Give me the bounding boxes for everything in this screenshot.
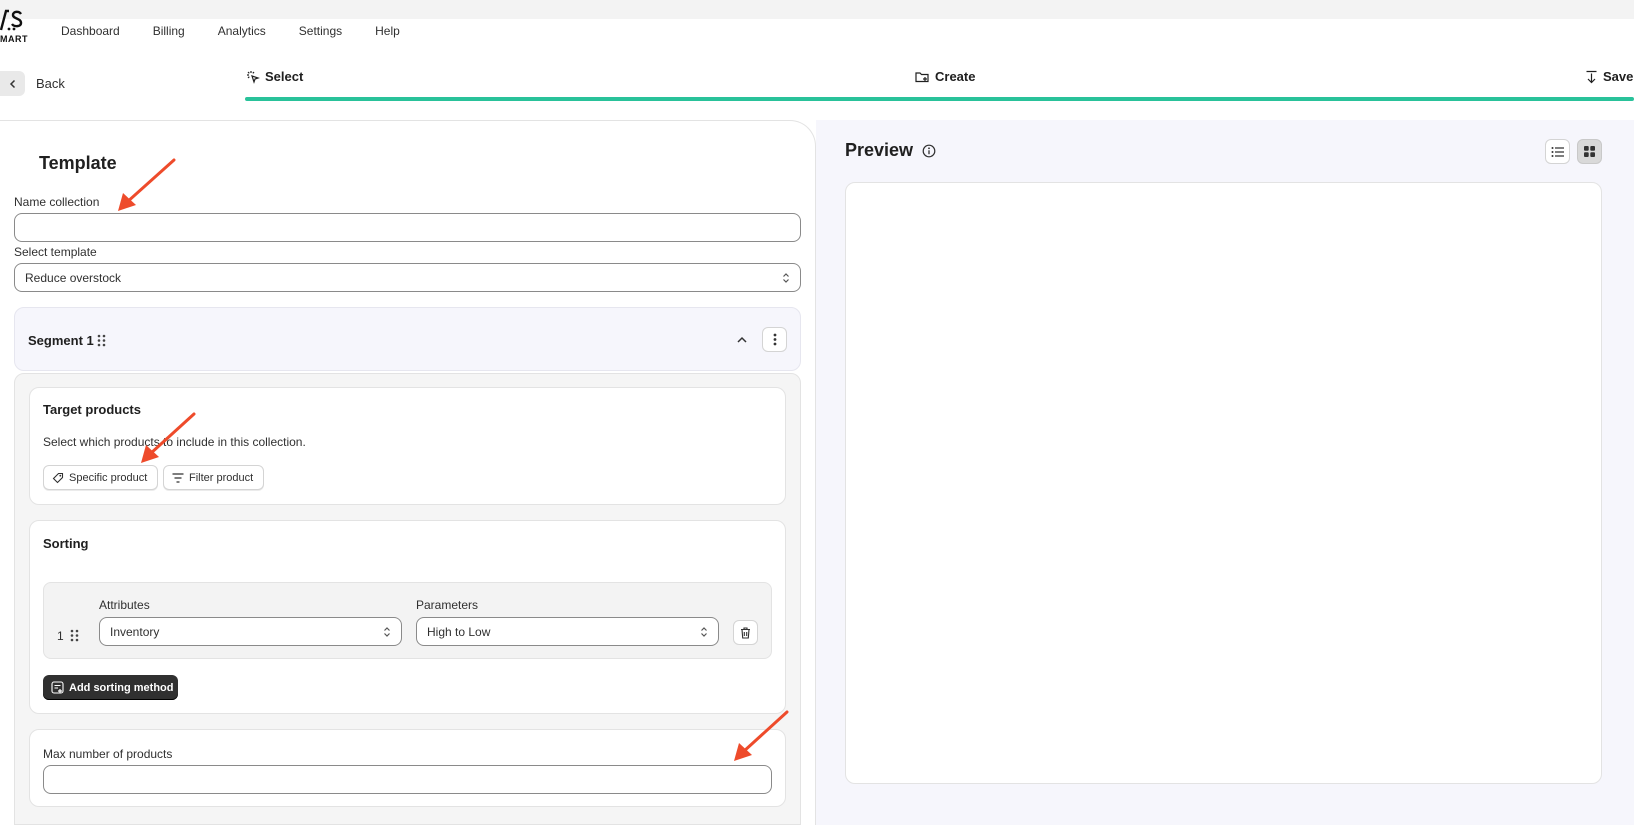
filter-product-label: Filter product (189, 471, 254, 484)
parameter-select-value: High to Low (427, 624, 491, 639)
top-strip (0, 0, 1634, 19)
add-sorting-method-label: Add sorting method (69, 681, 174, 694)
chevron-up-icon[interactable] (736, 335, 748, 345)
preview-area (845, 182, 1602, 784)
target-products-title: Target products (43, 402, 141, 417)
template-title: Template (39, 153, 117, 173)
add-sorting-method-button[interactable]: Add sorting method (43, 675, 178, 700)
parameters-label: Parameters (416, 598, 479, 612)
select-template-label: Select template (14, 245, 97, 259)
logo-mark-icon (0, 9, 23, 31)
max-products-input[interactable] (43, 765, 772, 794)
chevron-updown-icon (384, 626, 390, 637)
step-progress-bar (245, 97, 1634, 101)
step-save[interactable]: Save (1585, 69, 1633, 84)
back-label[interactable]: Back (36, 76, 65, 91)
segment-more-button[interactable] (762, 327, 787, 352)
delete-sort-button[interactable] (733, 620, 758, 645)
drag-handle-icon[interactable] (97, 334, 106, 347)
attribute-select-value: Inventory (110, 624, 160, 639)
segment-header[interactable] (14, 307, 801, 371)
sorting-row-index: 1 (57, 629, 64, 643)
nav-item-billing[interactable]: Billing (153, 24, 185, 38)
preview-title: Preview (845, 140, 914, 160)
chevron-updown-icon (701, 626, 707, 637)
trash-icon (741, 626, 750, 639)
select-template-value: Reduce overstock (25, 270, 122, 285)
name-collection-label: Name collection (14, 195, 100, 209)
step-select-label: Select (265, 69, 304, 84)
chevron-updown-icon (783, 272, 789, 283)
info-icon[interactable] (922, 144, 936, 158)
tag-icon (52, 472, 64, 483)
folder-plus-icon (915, 71, 929, 82)
download-icon (1586, 70, 1597, 83)
grid-view-icon (1584, 146, 1595, 157)
brand-logo[interactable]: MART (0, 8, 34, 48)
specific-product-button[interactable]: Specific product (43, 465, 158, 490)
segment-title: Segment 1 (28, 333, 94, 348)
step-create-label: Create (935, 69, 976, 84)
add-list-icon (51, 681, 64, 694)
list-view-button[interactable] (1545, 139, 1570, 164)
select-template-dropdown[interactable]: Reduce overstock (14, 263, 801, 292)
more-vertical-icon (773, 333, 776, 346)
parameter-select[interactable]: High to Low (416, 617, 719, 646)
drag-handle-icon[interactable] (70, 629, 79, 642)
attributes-label: Attributes (99, 598, 150, 612)
nav-item-dashboard[interactable]: Dashboard (61, 24, 120, 38)
specific-product-label: Specific product (69, 471, 148, 484)
top-nav: Dashboard Billing Analytics Settings Hel… (61, 24, 433, 38)
nav-item-analytics[interactable]: Analytics (218, 24, 266, 38)
back-button[interactable] (0, 71, 25, 96)
list-view-icon (1551, 146, 1564, 157)
logo-text: MART (0, 34, 28, 44)
nav-item-settings[interactable]: Settings (299, 24, 342, 38)
nav-item-help[interactable]: Help (375, 24, 400, 38)
step-select[interactable]: Select (246, 69, 303, 84)
step-save-label: Save (1603, 69, 1634, 84)
max-products-label: Max number of products (43, 747, 173, 761)
step-create[interactable]: Create (915, 69, 975, 84)
grid-view-button[interactable] (1577, 139, 1602, 164)
target-products-description: Select which products to include in this… (43, 435, 306, 449)
sorting-title: Sorting (43, 536, 89, 551)
select-cursor-icon (247, 70, 260, 84)
name-collection-input[interactable] (14, 213, 801, 242)
chevron-left-icon (9, 79, 15, 88)
filter-icon (172, 472, 184, 483)
filter-product-button[interactable]: Filter product (163, 465, 264, 490)
attribute-select[interactable]: Inventory (99, 617, 402, 646)
